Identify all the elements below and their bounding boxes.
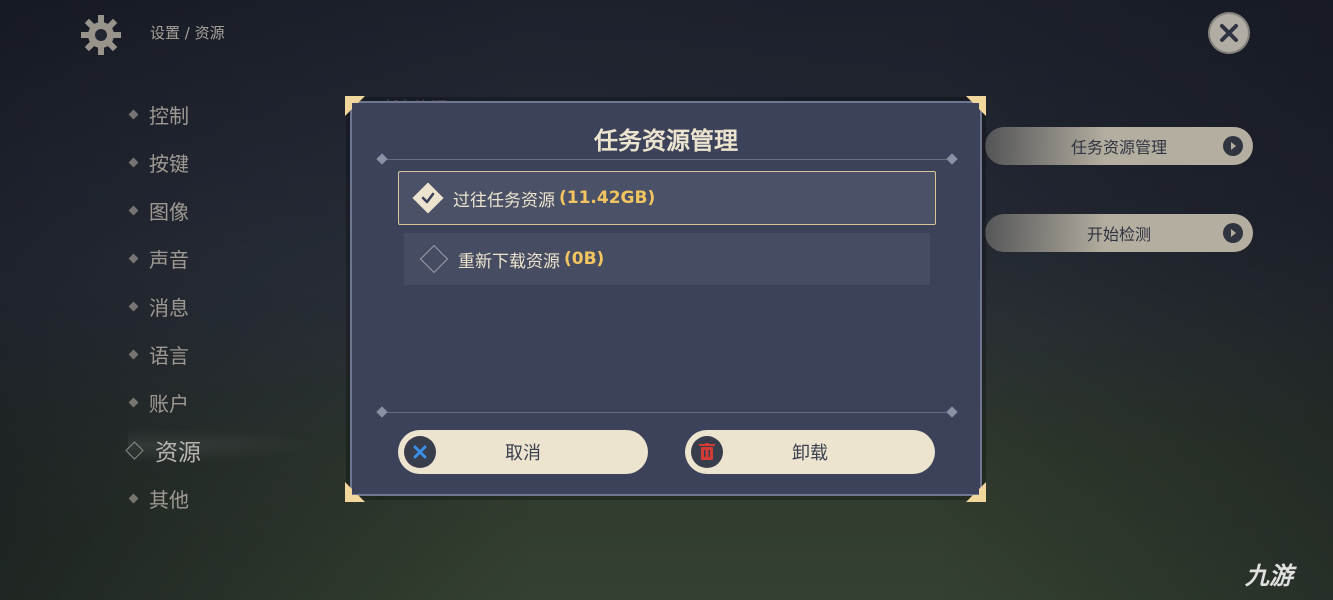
cancel-button[interactable]: 取消 — [398, 430, 648, 474]
option-redownload-resources[interactable]: 重新下载资源 (0B) — [404, 233, 930, 285]
option-size: (11.42GB) — [559, 188, 656, 208]
dialog-title: 任务资源管理 — [594, 127, 738, 155]
trash-icon — [691, 436, 723, 468]
cancel-x-icon — [404, 436, 436, 468]
watermark-logo: 九游 — [1245, 562, 1293, 590]
option-label: 重新下载资源 — [458, 251, 560, 272]
checked-checkbox-icon — [412, 182, 444, 214]
top-divider — [382, 159, 952, 160]
unchecked-checkbox-icon — [419, 244, 449, 274]
uninstall-button[interactable]: 卸载 — [685, 430, 935, 474]
option-size: (0B) — [564, 249, 605, 269]
bottom-divider — [382, 412, 952, 413]
option-label: 过往任务资源 — [453, 190, 555, 211]
option-past-quest-resources[interactable]: 过往任务资源 (11.42GB) — [398, 171, 936, 225]
uninstall-label: 卸载 — [792, 443, 828, 464]
cancel-label: 取消 — [505, 443, 541, 464]
resource-manage-dialog: 任务资源管理 过往任务资源 (11.42GB) 重新下载资源 (0B) 取消 卸… — [350, 101, 982, 496]
